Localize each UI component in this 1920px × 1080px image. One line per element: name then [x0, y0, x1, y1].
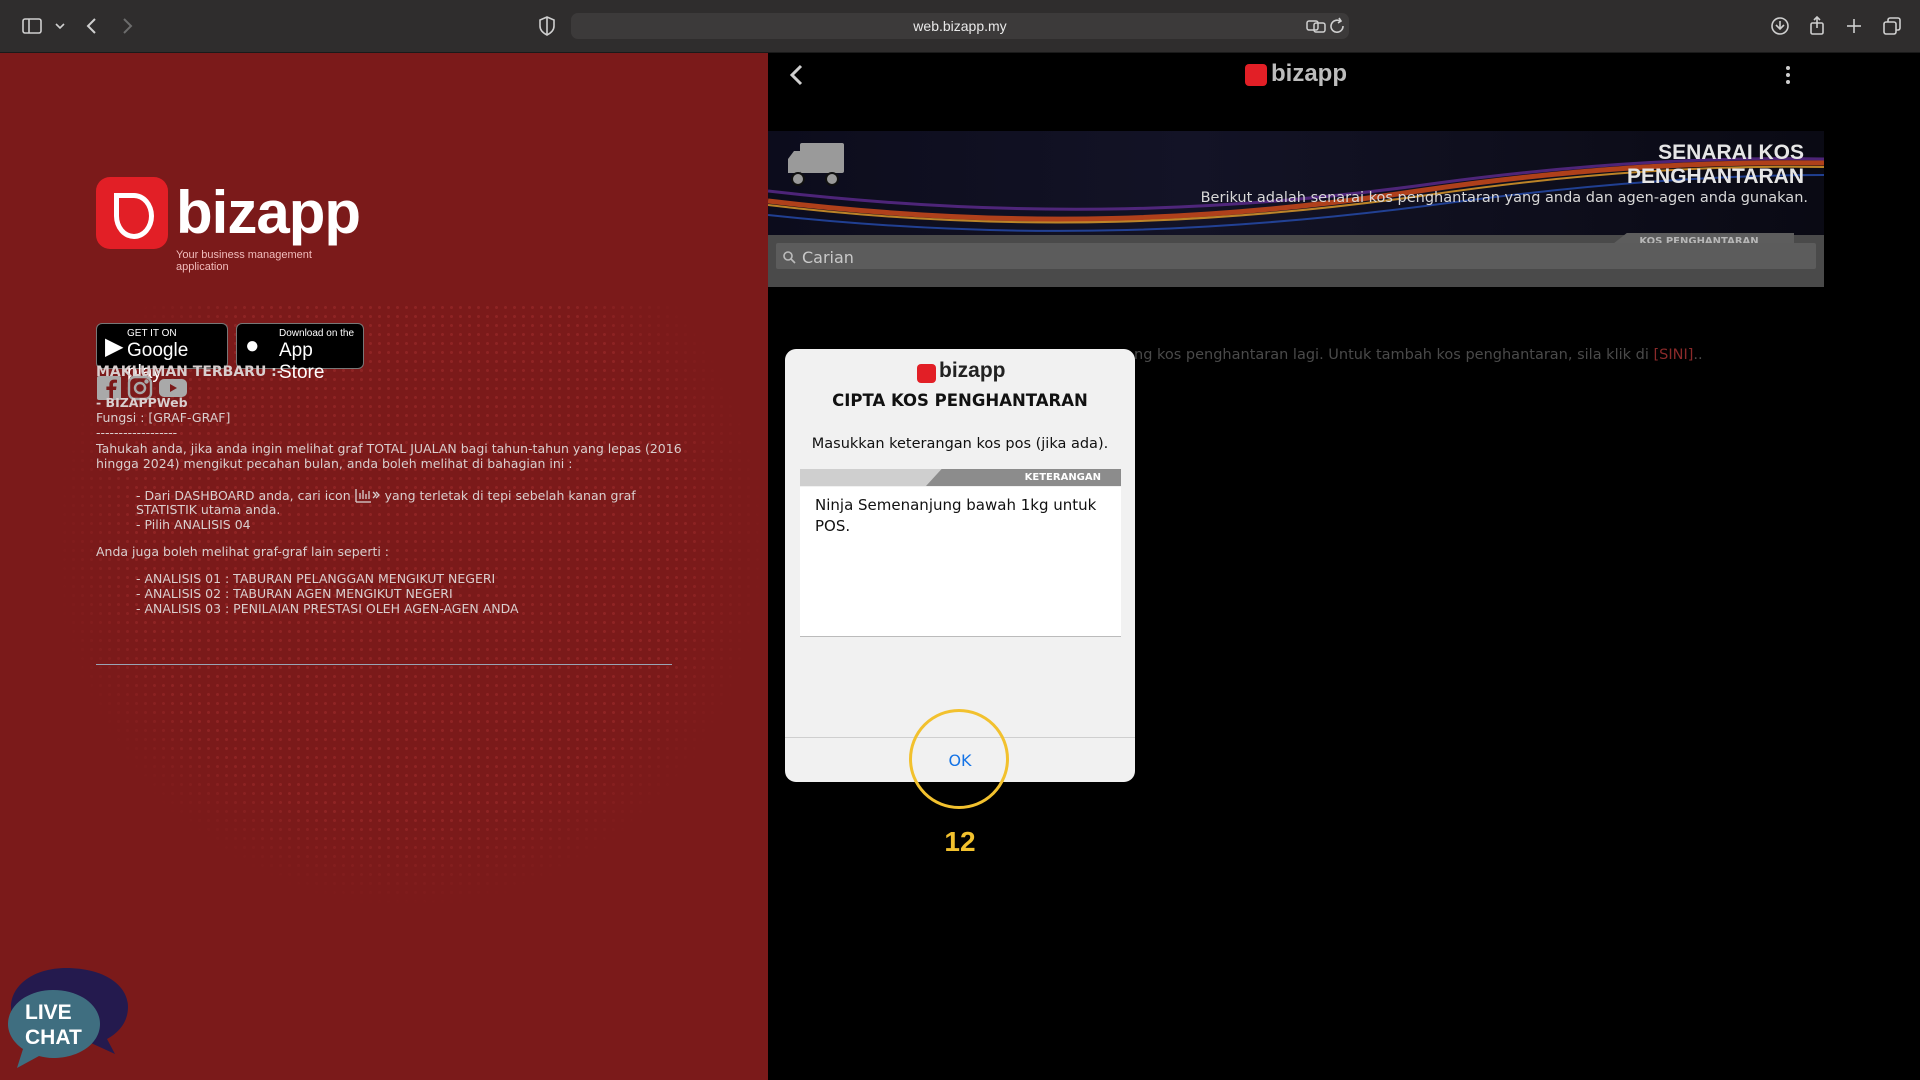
dialog-description: Masukkan keterangan kos pos (jika ada).: [811, 436, 1109, 452]
new-tab-icon[interactable]: [1842, 14, 1866, 38]
others-intro: Anda juga boleh melihat graf-graf lain s…: [96, 544, 390, 559]
bizapp-logo-mark: [96, 177, 168, 249]
page-title-line1: SENARAI KOS: [1658, 141, 1804, 164]
news-intro-line1: Tahukah anda, jika anda ingin melihat gr…: [96, 441, 682, 456]
reload-icon[interactable]: [1325, 14, 1344, 38]
apple-badge-small: Download on the: [279, 328, 355, 339]
page-title-line2: PENGHANTARAN: [1627, 165, 1804, 188]
divider: [96, 664, 672, 665]
back-arrow-icon[interactable]: [786, 63, 808, 87]
forward-icon[interactable]: [115, 14, 139, 38]
empty-state-message: ng kos penghantaran lagi. Untuk tambah k…: [1134, 347, 1703, 363]
sidebar-toggle-icon[interactable]: [20, 14, 44, 38]
livechat-line1: LIVE: [25, 1001, 72, 1024]
apple-icon: ●: [245, 332, 260, 359]
create-shipping-cost-dialog: bizapp CIPTA KOS PENGHANTARAN Masukkan k…: [785, 349, 1135, 782]
dialog-brand: bizapp: [939, 359, 1006, 382]
news-intro-line2: hingga 2024) mengikut pecahan bulan, and…: [96, 456, 573, 471]
delivery-truck-icon: [786, 139, 846, 189]
play-store-icon: ▶: [105, 333, 124, 360]
step1-part-c: STATISTIK utama anda.: [136, 502, 281, 517]
dialog-logo-mark: [917, 364, 936, 383]
privacy-shield-icon[interactable]: [535, 14, 559, 38]
left-info-panel: bizapp Your business management applicat…: [0, 53, 768, 1080]
news-title: MAKLUMAN TERBARU :-: [96, 364, 283, 380]
address-bar[interactable]: web.bizapp.my: [571, 13, 1349, 39]
page-banner: SENARAI KOS PENGHANTARAN Berikut adalah …: [768, 131, 1824, 239]
step-number: 12: [944, 826, 976, 857]
news-item-title: - BIZAPPWeb: [96, 395, 188, 410]
brand-tagline: Your business management application: [176, 249, 312, 273]
apple-badge-large: App Store: [279, 340, 325, 383]
brand-name: bizapp: [176, 179, 361, 246]
translate-icon[interactable]: [1304, 14, 1326, 38]
google-badge-small: GET IT ON: [127, 328, 177, 339]
step1-part-a: - Dari DASHBOARD anda, cari icon: [136, 488, 351, 503]
news-function: Fungsi : [GRAF-GRAF]: [96, 410, 231, 425]
page-title: SENARAI KOS PENGHANTARAN: [1627, 141, 1804, 189]
url-text: web.bizapp.my: [913, 18, 1007, 34]
ok-button[interactable]: OK: [785, 738, 1135, 782]
field-label: KETERANGAN: [926, 469, 1121, 486]
dialog-title: CIPTA KOS PENGHANTARAN: [832, 391, 1088, 410]
chevron-down-icon[interactable]: [48, 14, 65, 38]
header-logo-mark: [1245, 64, 1267, 86]
google-play-badge[interactable]: ▶ GET IT ON Google play: [96, 323, 228, 383]
empty-state-text: ng kos penghantaran lagi. Untuk tambah k…: [1134, 347, 1654, 363]
step1-part-b: yang terletak di tepi sebelah kanan graf: [384, 488, 636, 503]
description-textarea[interactable]: Ninja Semenanjung bawah 1kg untuk POS.: [800, 487, 1121, 637]
page-subtitle: Berikut adalah senarai kos penghantaran …: [1200, 190, 1808, 206]
livechat-line2: CHAT: [25, 1026, 82, 1049]
browser-toolbar: web.bizapp.my: [0, 0, 1920, 53]
empty-state-tail: ..: [1693, 347, 1703, 363]
more-vertical-icon[interactable]: [1784, 63, 1792, 87]
step2-text: - Pilih ANALISIS 04: [136, 517, 251, 532]
field-label-strip: KETERANGAN: [800, 469, 1121, 486]
add-shipping-link[interactable]: [SINI]: [1654, 347, 1694, 363]
back-icon[interactable]: [80, 14, 104, 38]
search-box[interactable]: [776, 243, 1816, 271]
news-divider: ------------------: [96, 425, 178, 440]
bar-chart-icon: [354, 487, 381, 503]
list-item: - ANALISIS 02 : TABURAN AGEN MENGIKUT NE…: [136, 586, 453, 601]
search-input[interactable]: [800, 243, 1804, 271]
bizapp-logo: bizapp Your business management applicat…: [96, 177, 366, 273]
live-chat-button[interactable]: LIVE CHAT: [8, 966, 148, 1076]
list-item: - ANALISIS 01 : TABURAN PELANGGAN MENGIK…: [136, 571, 496, 586]
app-store-badge[interactable]: ● Download on the App Store: [236, 323, 364, 383]
downloads-icon[interactable]: [1768, 14, 1792, 38]
share-icon[interactable]: [1805, 14, 1829, 38]
step1-text: - Dari DASHBOARD anda, cari icon yang te…: [136, 487, 636, 503]
search-icon: [782, 249, 796, 264]
header-brand: bizapp: [1271, 60, 1347, 87]
app-header: bizapp: [768, 53, 1920, 95]
tab-overview-icon[interactable]: [1880, 14, 1904, 38]
list-item: - ANALISIS 03 : PENILAIAN PRESTASI OLEH …: [136, 601, 519, 616]
